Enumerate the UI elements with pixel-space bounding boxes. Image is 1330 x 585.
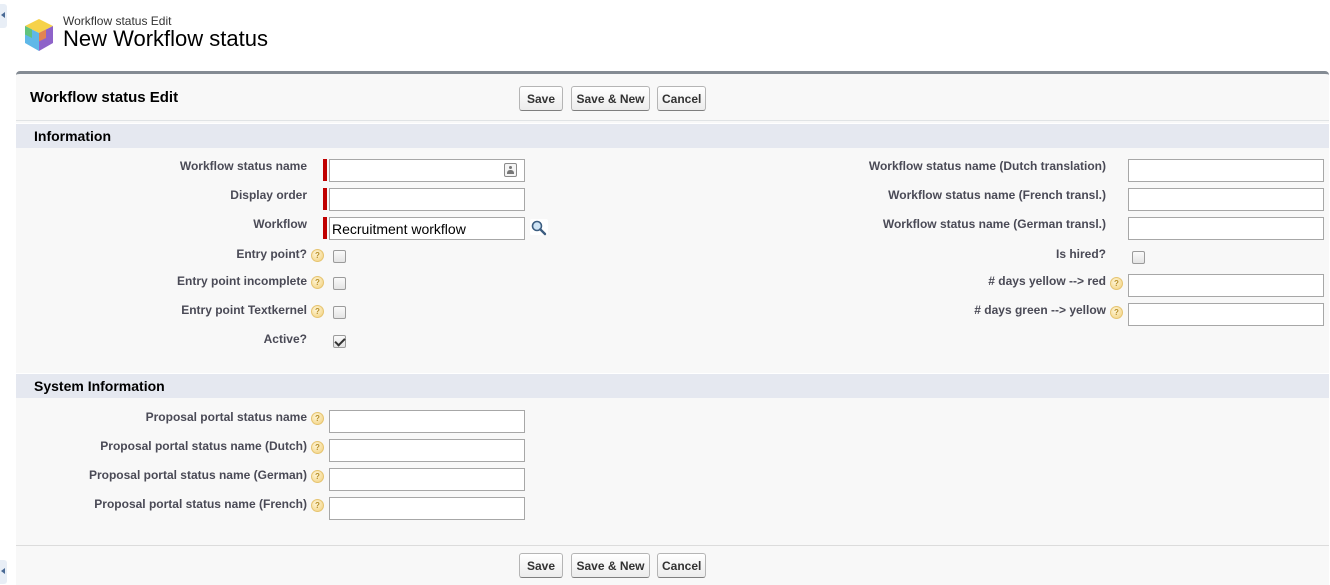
cube-app-icon [25, 19, 53, 51]
collapse-left-tab-top[interactable] [0, 4, 7, 28]
edit-block: Workflow status Edit Save Save & New Can… [16, 71, 1329, 585]
workflow-status-name-label: Workflow status name [179, 159, 307, 173]
portal-name-input[interactable] [329, 410, 525, 433]
help-icon[interactable]: ? [311, 412, 324, 425]
days-yellow-red-label: # days yellow --> red [988, 274, 1106, 288]
cancel-button-bottom[interactable]: Cancel [657, 553, 706, 578]
help-icon[interactable]: ? [311, 470, 324, 483]
workflow-status-name-input[interactable] [329, 159, 525, 182]
save-new-button-top[interactable]: Save & New [571, 86, 650, 111]
portal-name-dutch-label: Proposal portal status name (Dutch) [100, 439, 307, 453]
name-dutch-input[interactable] [1128, 159, 1324, 182]
days-green-yellow-input[interactable] [1128, 303, 1324, 326]
days-green-yellow-label: # days green --> yellow [974, 303, 1106, 317]
page-title: New Workflow status [63, 26, 268, 51]
days-yellow-red-input[interactable] [1128, 274, 1324, 297]
display-order-label: Display order [230, 188, 307, 202]
block-title: Workflow status Edit [30, 89, 179, 106]
name-german-input[interactable] [1128, 217, 1324, 240]
name-german-label: Workflow status name (German transl.) [882, 217, 1106, 231]
required-indicator [323, 159, 327, 181]
workflow-lookup-input[interactable] [329, 217, 525, 240]
collapse-arrow-icon [1, 12, 5, 18]
is-hired-checkbox[interactable] [1132, 251, 1145, 264]
entry-point-incomplete-checkbox[interactable] [333, 277, 346, 290]
page-header: Workflow status Edit New Workflow status [22, 14, 622, 64]
portal-name-french-label: Proposal portal status name (French) [94, 497, 307, 511]
section-system-information-title: System Information [34, 378, 165, 394]
workflow-label: Workflow [253, 217, 307, 231]
portal-name-french-input[interactable] [329, 497, 525, 520]
block-header: Workflow status Edit Save Save & New Can… [16, 74, 1329, 121]
help-icon[interactable]: ? [311, 499, 324, 512]
help-icon[interactable]: ? [311, 305, 324, 318]
is-hired-label: Is hired? [1055, 247, 1106, 261]
help-icon[interactable]: ? [311, 441, 324, 454]
save-new-button-bottom[interactable]: Save & New [571, 553, 650, 578]
collapse-arrow-icon [1, 568, 5, 574]
entry-point-incomplete-label: Entry point incomplete [176, 274, 307, 288]
name-dutch-label: Workflow status name (Dutch translation) [868, 159, 1106, 173]
name-french-label: Workflow status name (French transl.) [888, 188, 1106, 202]
bottom-button-bar: Save Save & New Cancel [16, 545, 1329, 585]
section-information-title: Information [34, 128, 111, 144]
active-checkbox[interactable] [333, 335, 346, 348]
help-icon[interactable]: ? [311, 249, 324, 262]
display-order-input[interactable] [329, 188, 525, 211]
section-information: Information [16, 123, 1329, 148]
save-button-top[interactable]: Save [519, 86, 563, 111]
help-icon[interactable]: ? [1110, 277, 1123, 290]
entry-point-textkernel-label: Entry point Textkernel [181, 303, 307, 317]
required-indicator [323, 217, 327, 239]
required-indicator [323, 188, 327, 210]
entry-point-label: Entry point? [236, 247, 307, 261]
entry-point-checkbox[interactable] [333, 250, 346, 263]
contact-card-icon[interactable] [504, 163, 517, 177]
portal-name-dutch-input[interactable] [329, 439, 525, 462]
entry-point-textkernel-checkbox[interactable] [333, 306, 346, 319]
active-label: Active? [263, 332, 307, 346]
section-system-information: System Information [16, 373, 1329, 398]
help-icon[interactable]: ? [1110, 306, 1123, 319]
help-icon[interactable]: ? [311, 276, 324, 289]
magnifier-lookup-icon[interactable] [529, 218, 549, 236]
name-french-input[interactable] [1128, 188, 1324, 211]
portal-name-label: Proposal portal status name [145, 410, 307, 424]
collapse-left-tab-bottom[interactable] [0, 560, 7, 584]
save-button-bottom[interactable]: Save [519, 553, 563, 578]
cancel-button-top[interactable]: Cancel [657, 86, 706, 111]
portal-name-german-input[interactable] [329, 468, 525, 491]
portal-name-german-label: Proposal portal status name (German) [88, 468, 307, 482]
